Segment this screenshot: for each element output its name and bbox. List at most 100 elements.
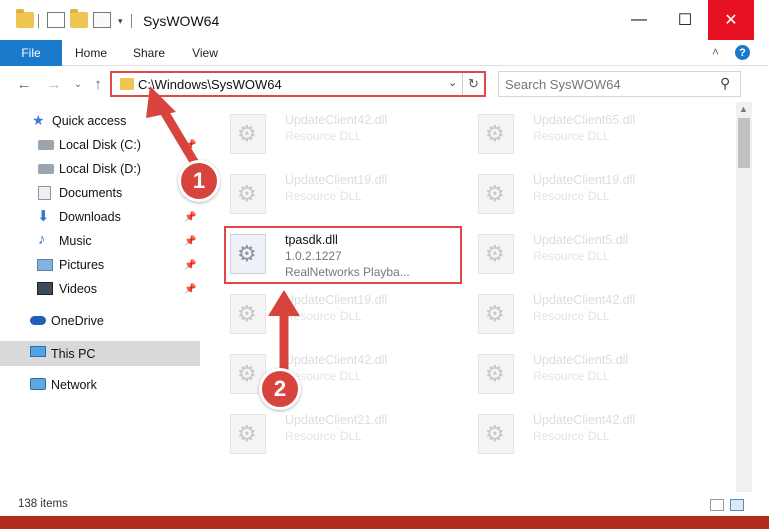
customize-qat-icon[interactable] — [93, 12, 111, 28]
documents-icon — [38, 186, 51, 200]
pictures-icon — [37, 259, 53, 271]
search-icon[interactable]: ⚲ — [720, 75, 730, 92]
folder-icon — [120, 78, 134, 90]
sidebar-item-onedrive[interactable]: OneDrive — [0, 309, 200, 333]
recent-locations-button[interactable]: ⌄ — [68, 73, 88, 95]
window-title: SysWOW64 — [143, 13, 220, 29]
address-path[interactable]: C:\Windows\SysWOW64 — [138, 77, 282, 92]
sidebar-item-label: Network — [51, 378, 97, 392]
cloud-icon — [30, 316, 46, 325]
pin-icon[interactable]: 📌 — [184, 260, 196, 271]
sidebar-item-local-disk-c[interactable]: Local Disk (C:) 📌 — [0, 133, 200, 157]
file-description: Resource DLL — [285, 429, 362, 443]
pin-icon[interactable]: 📌 — [184, 212, 196, 223]
file-name: UpdateClient19.dll — [533, 173, 636, 187]
file-item[interactable]: UpdateClient65.dll Resource DLL — [470, 106, 710, 164]
refresh-button[interactable]: ↻ — [462, 73, 484, 95]
sidebar-item-documents[interactable]: Documents 📌 — [0, 181, 200, 205]
sidebar-item-this-pc[interactable]: This PC — [0, 341, 200, 366]
tab-share[interactable]: Share — [124, 40, 174, 66]
help-icon[interactable]: ? — [735, 45, 750, 60]
pin-icon[interactable]: 📌 — [184, 236, 196, 247]
dll-file-icon — [478, 234, 514, 274]
large-icons-view-icon[interactable] — [730, 499, 744, 511]
sidebar-item-pictures[interactable]: Pictures 📌 — [0, 253, 200, 277]
file-item[interactable]: UpdateClient19.dll Resource DLL — [222, 166, 462, 224]
step-badge-2: 2 — [259, 368, 301, 410]
maximize-button[interactable]: ☐ — [662, 0, 708, 40]
drive-icon — [38, 140, 54, 150]
dll-file-icon — [230, 294, 266, 334]
folder-icon — [16, 9, 34, 28]
tab-view[interactable]: View — [180, 40, 230, 66]
file-description: Resource DLL — [533, 369, 610, 383]
sidebar-item-quick-access[interactable]: ★ Quick access — [0, 109, 200, 133]
computer-icon — [30, 346, 46, 357]
file-name: UpdateClient42.dll — [285, 113, 388, 127]
file-explorer-window: ▾ SysWOW64 — ☐ ✕ File Home Share View ˄ … — [0, 0, 769, 529]
scroll-thumb[interactable] — [738, 118, 750, 168]
dll-file-icon — [478, 174, 514, 214]
file-item[interactable]: UpdateClient21.dll Resource DLL — [222, 406, 462, 464]
sidebar-item-local-disk-d[interactable]: Local Disk (D:) 📌 — [0, 157, 200, 181]
dll-file-icon — [478, 294, 514, 334]
file-name: UpdateClient19.dll — [285, 173, 388, 187]
pin-icon[interactable]: 📌 — [184, 140, 196, 151]
search-input[interactable] — [505, 75, 705, 93]
tab-file[interactable]: File — [0, 40, 62, 66]
collapse-ribbon-icon[interactable]: ˄ — [712, 45, 719, 59]
minimize-button[interactable]: — — [616, 0, 662, 40]
file-item[interactable]: UpdateClient42.dll Resource DLL — [470, 286, 710, 344]
search-box[interactable]: ⚲ — [498, 71, 741, 97]
sidebar-item-label: Local Disk (C:) — [59, 138, 141, 152]
file-name: UpdateClient65.dll — [533, 113, 636, 127]
drive-icon — [38, 164, 54, 174]
file-item[interactable]: UpdateClient5.dll Resource DLL — [470, 226, 710, 284]
vertical-scrollbar[interactable]: ▲ — [736, 102, 752, 492]
sidebar-item-label: Pictures — [59, 258, 105, 272]
sidebar-item-label: Local Disk (D:) — [59, 162, 141, 176]
file-item[interactable]: UpdateClient42.dll Resource DLL — [222, 346, 462, 404]
sidebar-item-videos[interactable]: Videos 📌 — [0, 277, 200, 301]
file-item[interactable]: UpdateClient19.dll Resource DLL — [470, 166, 710, 224]
file-description: Resource DLL — [285, 309, 362, 323]
sidebar-item-label: This PC — [51, 346, 96, 361]
network-icon — [30, 378, 46, 390]
close-button[interactable]: ✕ — [708, 0, 754, 40]
up-button[interactable]: ↑ — [88, 73, 108, 95]
file-item[interactable]: UpdateClient42.dll Resource DLL — [470, 406, 710, 464]
pin-icon[interactable]: 📌 — [184, 284, 196, 295]
file-item[interactable]: UpdateClient19.dll Resource DLL — [222, 286, 462, 344]
file-description: Resource DLL — [533, 309, 610, 323]
navigation-bar: ← → ⌄ ↑ C:\Windows\SysWOW64 ⌄ ↻ ⚲ — [0, 66, 769, 102]
status-bar: 138 items — [0, 492, 769, 516]
dll-file-icon — [230, 414, 266, 454]
music-icon: ♪ — [38, 231, 46, 248]
file-item[interactable]: UpdateClient42.dll Resource DLL — [222, 106, 462, 164]
dll-file-icon — [230, 114, 266, 154]
ribbon-tabs: File Home Share View ˄ ? — [0, 40, 769, 66]
sidebar-item-music[interactable]: ♪ Music 📌 — [0, 229, 200, 253]
tab-home[interactable]: Home — [66, 40, 116, 66]
scroll-up-icon[interactable]: ▲ — [739, 104, 748, 114]
address-dropdown-icon[interactable]: ⌄ — [448, 76, 457, 89]
sidebar-item-network[interactable]: Network — [0, 373, 200, 397]
file-item[interactable]: UpdateClient5.dll Resource DLL — [470, 346, 710, 404]
dll-file-icon — [478, 114, 514, 154]
forward-button[interactable]: → — [44, 73, 64, 95]
address-bar[interactable]: C:\Windows\SysWOW64 ⌄ ↻ — [110, 71, 486, 97]
downloads-icon: ⬇ — [37, 208, 50, 225]
properties-icon[interactable] — [47, 12, 65, 28]
file-name: UpdateClient42.dll — [285, 353, 388, 367]
videos-icon — [37, 282, 53, 295]
dll-file-icon — [478, 414, 514, 454]
sidebar-item-downloads[interactable]: ⬇ Downloads 📌 — [0, 205, 200, 229]
sidebar-item-label: Documents — [59, 186, 123, 200]
file-name: UpdateClient21.dll — [285, 413, 388, 427]
qat-dropdown-icon[interactable]: ▾ — [118, 16, 123, 27]
back-button[interactable]: ← — [14, 73, 34, 95]
new-folder-icon[interactable] — [70, 9, 88, 28]
sidebar-item-label: Quick access — [52, 114, 127, 128]
details-view-icon[interactable] — [710, 499, 724, 511]
file-name: UpdateClient5.dll — [533, 233, 629, 247]
